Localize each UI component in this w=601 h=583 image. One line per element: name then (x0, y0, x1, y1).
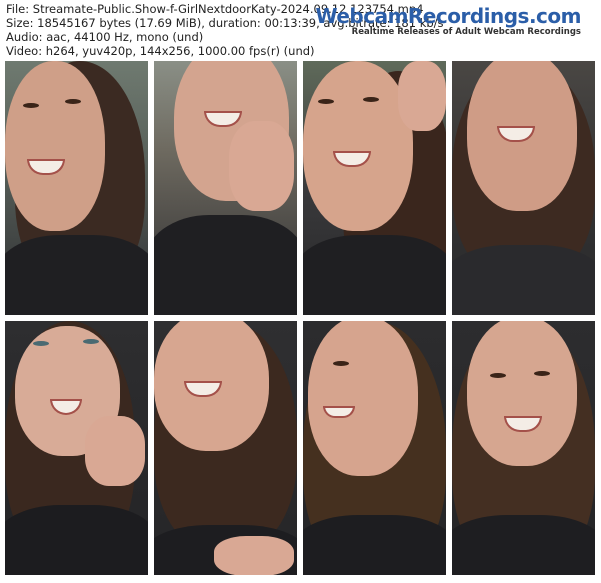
thumbnail-frame (452, 61, 595, 315)
thumbnail-grid (5, 61, 595, 575)
logo-tagline: Realtime Releases of Adult Webcam Record… (351, 27, 581, 37)
video-info-line: Video: h264, yuv420p, 144x256, 1000.00 f… (6, 44, 315, 58)
thumbnail-frame (303, 321, 446, 575)
thumbnail-frame (5, 321, 148, 575)
thumbnail-frame (303, 61, 446, 315)
thumbnail-frame (452, 321, 595, 575)
thumbnail-frame (154, 61, 297, 315)
site-logo: WebcamRecordings.com Realtime Releases o… (315, 5, 581, 37)
logo-title: WebcamRecordings.com (315, 4, 581, 28)
thumbnail-frame (154, 321, 297, 575)
thumbnail-frame (5, 61, 148, 315)
